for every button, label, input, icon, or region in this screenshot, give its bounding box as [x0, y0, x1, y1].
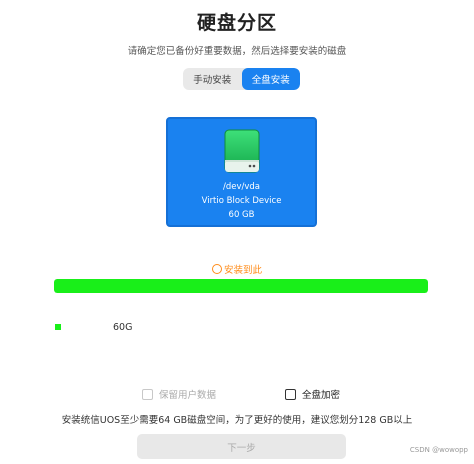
keep-user-data-checkbox[interactable]	[142, 388, 153, 400]
partition-bar-fill	[54, 279, 428, 293]
full-disk-encryption-checkbox[interactable]	[285, 388, 296, 400]
full-disk-encryption-label: 全盘加密	[302, 390, 341, 401]
full-disk-encryption-option[interactable]: 全盘加密	[285, 387, 340, 401]
disk-size: 60 GB	[228, 210, 255, 220]
check-circle-icon	[211, 264, 222, 274]
keep-user-data-option[interactable]: 保留用户数据	[142, 387, 216, 401]
install-here-label: 安装到此	[223, 265, 262, 276]
page-subtitle: 请确定您已备份好重要数据，然后选择要安装的磁盘	[127, 46, 347, 57]
keep-user-data-label: 保留用户数据	[159, 390, 217, 401]
install-here-status: 安装到此	[0, 262, 474, 276]
disk-model: Virtio Block Device	[201, 196, 282, 206]
disk-space-note: 安装统信UOS至少需要64 GB磁盘空间，为了更好的使用，建议您划分128 GB…	[61, 415, 413, 426]
tab-manual-install[interactable]: 手动安装	[183, 68, 242, 90]
partition-legend-swatch	[55, 324, 61, 330]
tab-full-disk-install[interactable]: 全盘安装	[241, 68, 300, 90]
next-button[interactable]: 下一步	[137, 434, 346, 459]
disk-path: /dev/vda	[222, 182, 261, 192]
page-title: 硬盘分区	[196, 12, 277, 34]
watermark: CSDN @wowopp	[409, 446, 468, 454]
install-mode-toggle: 手动安装 全盘安装	[183, 68, 300, 90]
partition-bar	[54, 279, 428, 293]
partition-legend-size: 60G	[113, 322, 133, 333]
hard-drive-icon	[224, 129, 260, 173]
disk-card-vda[interactable]: /dev/vda Virtio Block Device 60 GB	[166, 117, 317, 227]
